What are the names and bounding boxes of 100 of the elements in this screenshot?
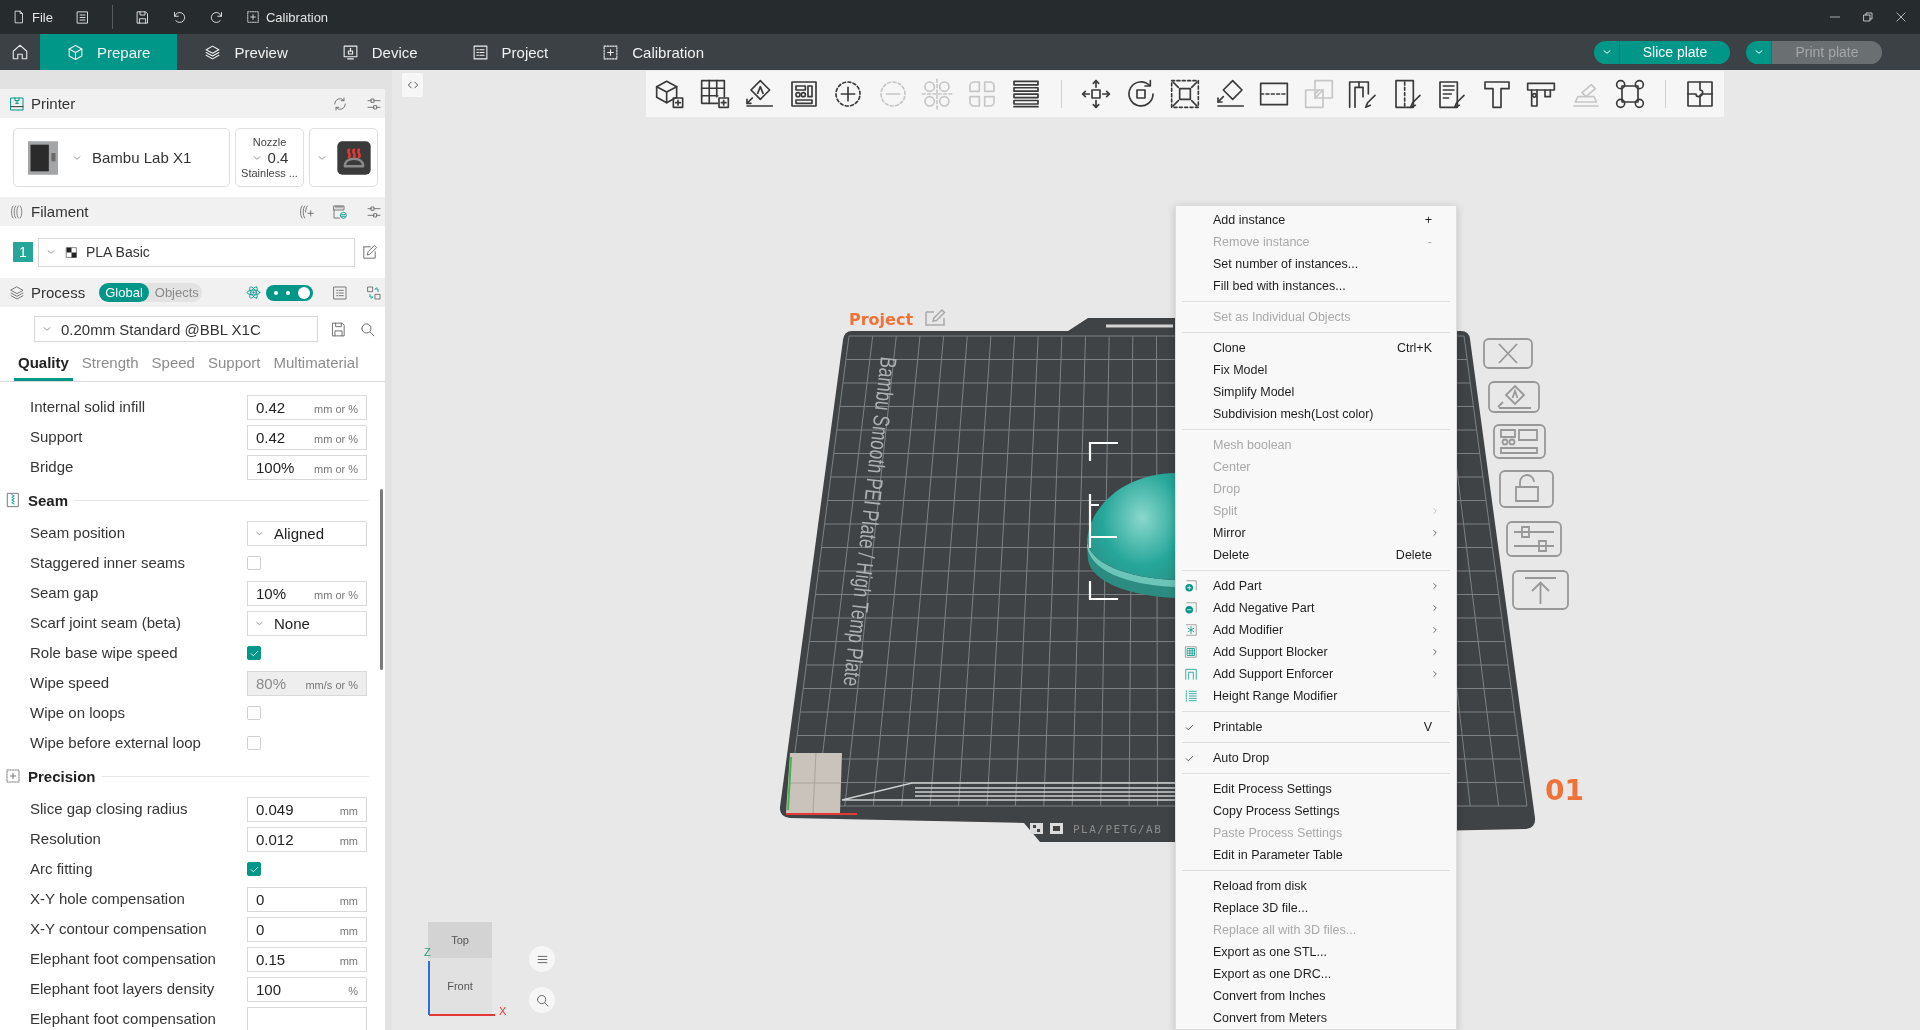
- menu-item[interactable]: Convert from Inches: [1176, 985, 1456, 1007]
- edit-icon[interactable]: [361, 243, 378, 261]
- padlock-icon[interactable]: [1499, 470, 1554, 508]
- menu-item[interactable]: Fix Model: [1176, 359, 1456, 381]
- menu-item[interactable]: Subdivision mesh(Lost color): [1176, 403, 1456, 425]
- atom-icon[interactable]: [245, 284, 262, 301]
- diamond-arrow-icon[interactable]: [743, 78, 775, 110]
- input-field[interactable]: 0.15 mm: [247, 946, 367, 972]
- dashed-circle-plus-icon[interactable]: [832, 78, 864, 110]
- menu-item[interactable]: Fill bed with instances...: [1176, 275, 1456, 297]
- main-tab[interactable]: Preview: [177, 34, 315, 70]
- settings-tab[interactable]: Strength: [77, 354, 143, 381]
- dropdown-field[interactable]: Aligned: [247, 520, 367, 546]
- settings-tab[interactable]: Speed: [147, 354, 199, 381]
- calibration-button[interactable]: Calibration: [245, 9, 329, 25]
- menu-item[interactable]: Add Modifier: [1176, 619, 1456, 641]
- view-cube-front-face[interactable]: Front: [428, 958, 492, 1014]
- main-tab[interactable]: Device: [314, 34, 445, 70]
- checkbox[interactable]: [247, 862, 261, 876]
- menu-item[interactable]: Auto Drop: [1176, 747, 1456, 769]
- main-tab[interactable]: Project: [444, 34, 576, 70]
- input-field[interactable]: 0.049 mm: [247, 796, 367, 822]
- menu-item[interactable]: Export as one STL...: [1176, 941, 1456, 963]
- printer-card[interactable]: Bambu Lab X1: [13, 128, 230, 187]
- cube-plus-icon[interactable]: [654, 78, 686, 110]
- preset-dropdown[interactable]: 0.20mm Standard @BBL X1C: [34, 316, 318, 342]
- menu-item[interactable]: Reload from disk: [1176, 875, 1456, 897]
- slice-plate-button[interactable]: Slice plate: [1620, 40, 1730, 64]
- input-field[interactable]: 10% mm or %: [247, 580, 367, 606]
- checkbox[interactable]: [247, 646, 261, 660]
- menu-item[interactable]: Edit in Parameter Table: [1176, 844, 1456, 866]
- menu-item[interactable]: Add Support Enforcer: [1176, 663, 1456, 685]
- plate-type-card[interactable]: [309, 128, 378, 187]
- toggle-switch[interactable]: [266, 284, 313, 301]
- file-menu-button[interactable]: File: [12, 9, 53, 25]
- menu-item[interactable]: Printable V: [1176, 716, 1456, 738]
- brush-support-icon[interactable]: [1347, 78, 1379, 110]
- sliders-icon[interactable]: [366, 95, 382, 112]
- stacked-bars-icon[interactable]: [1010, 78, 1042, 110]
- grid-plus-icon[interactable]: [698, 78, 731, 110]
- settings-tab[interactable]: Quality: [14, 354, 73, 381]
- main-tab[interactable]: Calibration: [575, 34, 731, 70]
- swap-icon[interactable]: [366, 284, 382, 301]
- nozzle-card[interactable]: Nozzle 0.4 Stainless ...: [235, 128, 304, 187]
- menu-item[interactable]: Simplify Model: [1176, 381, 1456, 403]
- dropdown-field[interactable]: None: [247, 610, 367, 636]
- close-icon[interactable]: [1894, 10, 1908, 24]
- scope-option[interactable]: Global: [99, 283, 149, 302]
- menu-item[interactable]: Mirror: [1176, 522, 1456, 544]
- input-field[interactable]: 100 %: [247, 976, 367, 1002]
- input-field[interactable]: 0.012 mm: [247, 826, 367, 852]
- sliders-icon[interactable]: [1506, 521, 1562, 557]
- spool-sync-icon[interactable]: [332, 203, 348, 220]
- 3d-viewport[interactable]: [392, 70, 1920, 1030]
- menu-item[interactable]: Delete Delete: [1176, 544, 1456, 566]
- arrow-up-bar-icon[interactable]: [1512, 570, 1569, 610]
- scrollbar-thumb[interactable]: [380, 489, 383, 670]
- puzzle-icon[interactable]: [1684, 78, 1716, 110]
- move-arrows-icon[interactable]: [1080, 78, 1112, 110]
- search-icon[interactable]: [359, 320, 376, 338]
- collapse-button[interactable]: [402, 73, 423, 97]
- scale-frame-icon[interactable]: [1169, 78, 1201, 110]
- checkbox[interactable]: [247, 556, 261, 570]
- spool-plus-icon[interactable]: [298, 203, 314, 220]
- zoom-button[interactable]: [529, 987, 555, 1013]
- menu-button[interactable]: [529, 946, 555, 972]
- filament-dropdown[interactable]: PLA Basic: [38, 237, 355, 267]
- input-field[interactable]: [247, 1006, 367, 1030]
- refresh-icon[interactable]: [332, 95, 348, 112]
- sliders-icon[interactable]: [366, 203, 382, 220]
- menu-item[interactable]: Convert from Meters: [1176, 1007, 1456, 1029]
- save-icon[interactable]: [134, 9, 150, 25]
- input-field[interactable]: 0.42 mm or %: [247, 394, 367, 420]
- menu-item[interactable]: Add Support Blocker: [1176, 641, 1456, 663]
- input-field[interactable]: 0 mm: [247, 916, 367, 942]
- menu-item[interactable]: Add Negative Part: [1176, 597, 1456, 619]
- menu-item[interactable]: Export as one DRC...: [1176, 963, 1456, 985]
- menu-item[interactable]: Add Part: [1176, 575, 1456, 597]
- dome-model[interactable]: [1087, 473, 1176, 598]
- list-icon[interactable]: [74, 9, 90, 25]
- input-field[interactable]: 0.42 mm or %: [247, 424, 367, 450]
- menu-item[interactable]: Edit Process Settings: [1176, 778, 1456, 800]
- brush-lines-icon[interactable]: [1436, 78, 1468, 110]
- menu-item[interactable]: Add instance +: [1176, 209, 1456, 231]
- menu-item[interactable]: Clone Ctrl+K: [1176, 337, 1456, 359]
- checkbox[interactable]: [247, 736, 261, 750]
- dropdown-button[interactable]: [1746, 40, 1772, 64]
- menu-item[interactable]: Copy Process Settings: [1176, 800, 1456, 822]
- redo-icon[interactable]: [208, 9, 224, 25]
- dropdown-button[interactable]: [1594, 40, 1620, 64]
- checkbox[interactable]: [247, 706, 261, 720]
- undo-icon[interactable]: [171, 9, 187, 25]
- menu-item[interactable]: Height Range Modifier: [1176, 685, 1456, 707]
- input-field[interactable]: 0 mm: [247, 886, 367, 912]
- restore-icon[interactable]: [1862, 11, 1874, 23]
- input-field[interactable]: 100% mm or %: [247, 454, 367, 480]
- square-ears-icon[interactable]: [1614, 78, 1646, 110]
- menu-item[interactable]: Set number of instances...: [1176, 253, 1456, 275]
- menu-item[interactable]: Replace 3D file...: [1176, 897, 1456, 919]
- home-icon[interactable]: [11, 43, 29, 61]
